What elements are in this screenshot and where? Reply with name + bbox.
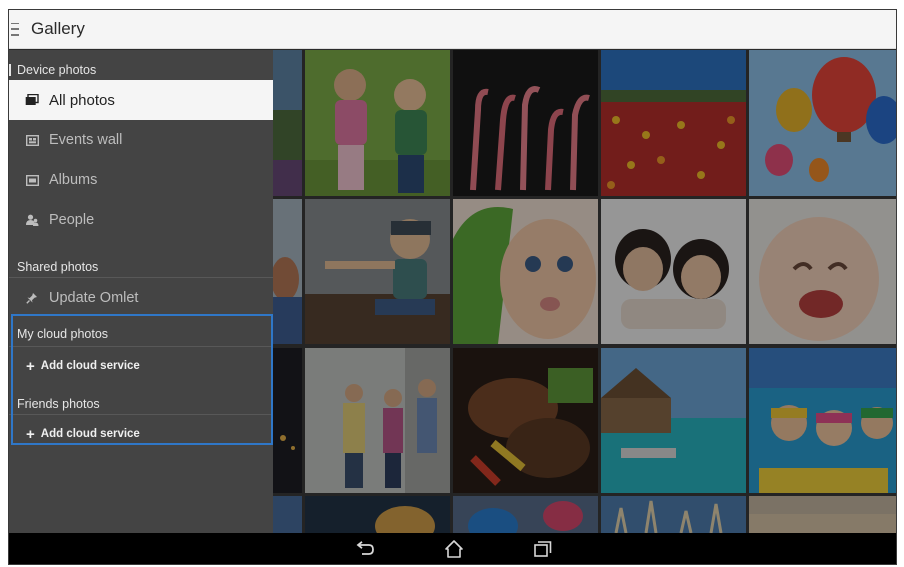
navigation-drawer: Device photos All photos Events wall Alb… (9, 50, 273, 533)
drawer-item-label: All photos (49, 91, 115, 109)
add-cloud-service-label: Add cloud service (40, 360, 140, 372)
drawer-item-label: Albums (49, 172, 98, 188)
events-icon (25, 133, 39, 147)
drawer-item-update-omlet[interactable]: Update Omlet (9, 278, 273, 318)
shared-photos-header: Shared photos (9, 250, 273, 278)
gallery-screen: Gallery Device photos All photos Events … (8, 9, 897, 565)
drawer-item-label: Update Omlet (49, 290, 139, 306)
people-icon (25, 213, 39, 227)
plus-icon: + (26, 357, 35, 375)
drawer-item-albums[interactable]: Albums (9, 160, 273, 200)
drawer-item-events-wall[interactable]: Events wall (9, 120, 273, 160)
my-cloud-photos-header: My cloud photos (9, 322, 273, 347)
home-icon[interactable] (442, 538, 466, 560)
title-bar: Gallery (9, 10, 896, 49)
pin-icon (25, 291, 39, 305)
app-title: Gallery (31, 19, 85, 38)
hamburger-menu-icon[interactable] (9, 10, 27, 49)
device-photos-header: Device photos (17, 63, 97, 77)
system-nav-bar (9, 533, 896, 564)
photo-stack-icon (25, 93, 39, 107)
grid-dim-overlay (273, 50, 896, 533)
drawer-item-all-photos[interactable]: All photos (9, 80, 273, 120)
drawer-item-people[interactable]: People (9, 200, 273, 240)
album-icon (25, 173, 39, 187)
back-icon[interactable] (353, 538, 377, 560)
add-cloud-service-label: Add cloud service (40, 428, 140, 440)
drawer-item-label: People (49, 212, 95, 228)
drawer-item-label: Events wall (49, 132, 123, 148)
photo-grid (273, 50, 896, 533)
friends-photos-header: Friends photos (9, 390, 273, 415)
add-friends-cloud-service-button[interactable]: + Add cloud service (9, 416, 273, 452)
add-cloud-service-button[interactable]: + Add cloud service (9, 348, 273, 384)
plus-icon: + (26, 425, 35, 443)
recent-apps-icon[interactable] (531, 538, 555, 560)
